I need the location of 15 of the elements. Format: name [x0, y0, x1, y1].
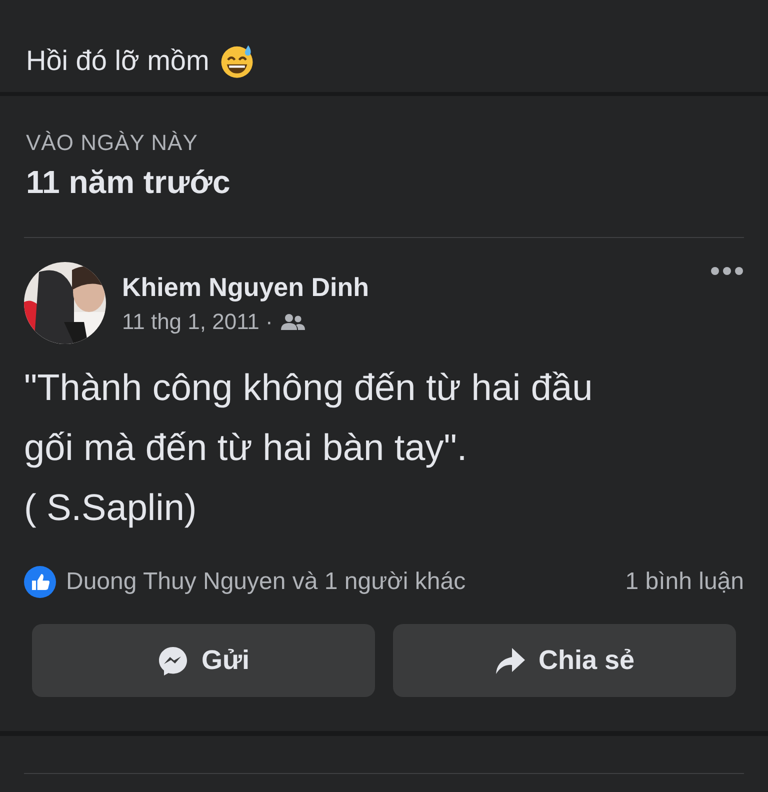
section-label: VÀO NGÀY NÀY [26, 130, 199, 156]
comments-count[interactable]: 1 bình luận [625, 568, 744, 596]
post-body: "Thành công không đến từ hai đầu gối mà đến từ hai bàn tay". ( S.Saplin) [23, 366, 594, 530]
more-options-icon[interactable] [710, 266, 744, 276]
reactions-text[interactable]: Duong Thuy Nguyen và 1 người khác [66, 568, 466, 596]
section-title: 11 năm trước [26, 164, 232, 201]
share-button[interactable]: Chia sẻ [393, 624, 736, 697]
post-text: Hồi đó lỡ mồm [26, 45, 210, 77]
author-name[interactable]: Khiem Nguyen Dinh [122, 272, 370, 302]
post-date[interactable]: 11 thg 1, 2011 · [122, 308, 273, 334]
send-button[interactable]: Gửi [32, 624, 375, 697]
messenger-icon [157, 644, 190, 676]
friends-icon [280, 312, 305, 330]
like-icon [24, 566, 56, 598]
sweat-smile-emoji-icon [219, 43, 256, 79]
